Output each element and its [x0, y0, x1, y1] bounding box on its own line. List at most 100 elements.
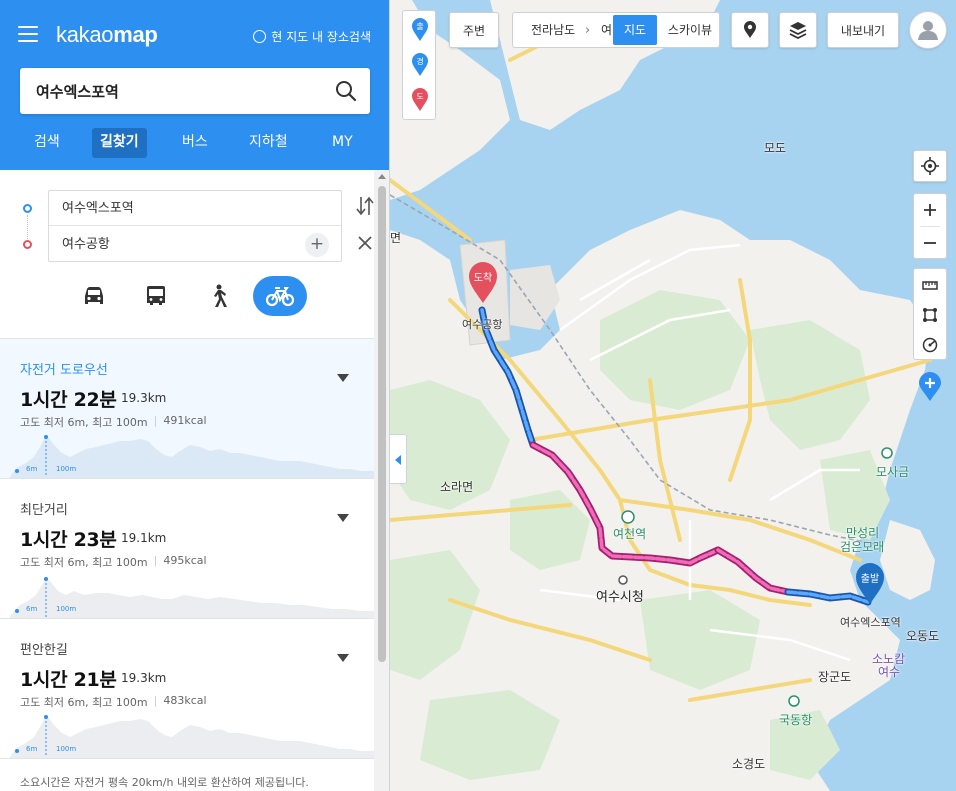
scope-search-label: 현 지도 내 장소검색 [271, 30, 371, 44]
radius-measure-button[interactable] [914, 330, 946, 360]
route-meta: 고도 최저 6m, 최고 100m | 491kcal [20, 414, 207, 429]
map-view-button[interactable]: 지도 [613, 15, 657, 45]
tab-bus[interactable]: 버스 [174, 128, 216, 158]
logo[interactable]: kakaomap [56, 22, 158, 48]
route-type: 최단거리 [20, 503, 68, 518]
add-waypoint-icon[interactable]: + [305, 233, 329, 257]
chevron-down-icon[interactable] [336, 373, 350, 383]
zoom-in-button[interactable] [914, 195, 946, 225]
route-result[interactable]: 자전거 도로우선 1시간 22분 19.3km 고도 최저 6m, 최고 100… [0, 339, 374, 479]
route-distance: 19.3km [121, 671, 167, 685]
area-measure-button[interactable] [914, 300, 946, 330]
route-meta: 고도 최저 6m, 최고 100m | 483kcal [20, 694, 207, 709]
minus-icon [924, 242, 936, 244]
destination-field[interactable]: 여수공항 + [49, 227, 341, 262]
start-marker-icon[interactable]: 출 [411, 18, 429, 42]
route-connector [27, 215, 28, 239]
speed-notice: 소요시간은 자전거 평속 20km/h 내외로 환산하여 제공됩니다. [20, 776, 309, 789]
scroll-up-icon[interactable] [378, 174, 386, 179]
top-bar: kakaomap 현 지도 내 장소검색 검색 길찾기 버스 지하철 MY [0, 0, 389, 170]
close-icon[interactable] [356, 234, 374, 252]
chevron-right-icon: › [585, 23, 591, 38]
ruler-button[interactable] [914, 270, 946, 300]
route-type: 편안한길 [20, 643, 68, 658]
crosshair-icon [921, 157, 939, 175]
elevation-low-label: 6m [26, 605, 37, 613]
tab-directions[interactable]: 길찾기 [92, 128, 147, 158]
route-duration: 1시간 22분 [20, 389, 117, 411]
map-label: 여수엑스포역 [840, 616, 901, 629]
route-duration: 1시간 21분 [20, 669, 117, 691]
side-panel: kakaomap 현 지도 내 장소검색 검색 길찾기 버스 지하철 MY 여수… [0, 0, 390, 791]
search-box [20, 68, 370, 114]
map-label: 오동도 [906, 629, 940, 643]
mode-bike[interactable] [253, 276, 307, 316]
map-tools [913, 268, 947, 360]
skyview-button[interactable]: 스카이뷰 [663, 15, 717, 45]
elevation-low-label: 6m [26, 745, 37, 753]
arrival-pin-icon[interactable]: 도착 [468, 262, 498, 304]
calories-text: 483kcal [163, 694, 207, 707]
layers-button[interactable] [779, 12, 817, 48]
zoom-controls [913, 193, 947, 259]
map-canvas[interactable]: 모도 면 여수공항 소라면 여천역 여수시청 만성리 검은모래 모사금 여수엑스… [390, 0, 956, 791]
route-result[interactable]: 편안한길 1시간 21분 19.3km 고도 최저 6m, 최고 100m | 48… [0, 619, 374, 759]
nearby-button[interactable]: 주변 [449, 12, 499, 48]
map-label: 국동항 [779, 713, 813, 727]
scope-search-toggle[interactable]: 현 지도 내 장소검색 [253, 28, 371, 45]
elevation-text: 고도 최저 6m, 최고 100m [20, 416, 148, 429]
chevron-down-icon[interactable] [336, 653, 350, 663]
chevron-down-icon[interactable] [336, 513, 350, 523]
my-location-button[interactable] [913, 150, 947, 182]
tab-search[interactable]: 검색 [26, 128, 68, 158]
profile-button[interactable] [909, 11, 947, 49]
elevation-low-label: 6m [26, 465, 37, 473]
scroll-thumb[interactable] [378, 186, 386, 662]
elevation-text: 고도 최저 6m, 최고 100m [20, 556, 148, 569]
route-distance: 19.1km [121, 531, 167, 545]
hamburger-menu-icon[interactable] [18, 26, 38, 42]
location-pin-button[interactable] [731, 12, 769, 48]
transport-modes [0, 276, 374, 320]
tab-subway[interactable]: 지하철 [241, 128, 296, 158]
destination-dot-icon [23, 240, 32, 249]
region-breadcrumb-next[interactable]: 여 [601, 13, 612, 47]
export-button[interactable]: 내보내기 [827, 12, 899, 48]
route-form: 여수엑스포역 여수공항 + [0, 190, 374, 262]
bike-icon [266, 287, 294, 307]
search-input[interactable] [20, 68, 320, 114]
departure-pin-icon[interactable]: 출발 [855, 563, 885, 605]
avatar-icon [918, 21, 938, 40]
route-result[interactable]: 최단거리 1시간 23분 19.1km 고도 최저 6m, 최고 100m | 49… [0, 479, 374, 619]
calories-text: 495kcal [163, 554, 207, 567]
arrival-pin-label: 도착 [474, 272, 492, 284]
mode-bus[interactable] [129, 276, 183, 316]
route-type: 자전거 도로우선 [20, 363, 108, 378]
elevation-chart: 6m 100m [10, 577, 374, 618]
panel-scrollbar[interactable] [374, 170, 389, 791]
mode-car[interactable] [67, 276, 121, 316]
layers-icon [789, 22, 807, 39]
map-label: 모도 [764, 141, 787, 155]
destination-value: 여수공항 [62, 237, 110, 252]
departure-pin-label: 출발 [861, 573, 879, 585]
origin-dot-icon [23, 204, 32, 213]
chevron-left-icon [395, 455, 401, 465]
zoom-out-button[interactable] [914, 228, 946, 258]
region-breadcrumb[interactable]: 전라남도 [531, 13, 575, 47]
mode-walk[interactable] [191, 276, 245, 316]
map-label: 여수공항 [462, 318, 503, 331]
route-meta: 고도 최저 6m, 최고 100m | 495kcal [20, 554, 207, 569]
end-marker-icon[interactable]: 도 [411, 88, 429, 112]
search-icon[interactable] [334, 79, 358, 103]
map-label: 면 [390, 231, 402, 245]
elevation-chart: 6m 100m [10, 435, 374, 478]
via-marker-icon[interactable]: 경 [411, 53, 429, 77]
origin-field[interactable]: 여수엑스포역 [49, 191, 341, 226]
ruler-icon [922, 281, 938, 290]
add-place-pin-icon[interactable] [918, 372, 942, 402]
tab-my[interactable]: MY [324, 128, 361, 158]
map-label: 검은모래 [840, 540, 885, 554]
swap-icon[interactable] [356, 195, 374, 217]
collapse-panel-button[interactable] [390, 434, 407, 484]
